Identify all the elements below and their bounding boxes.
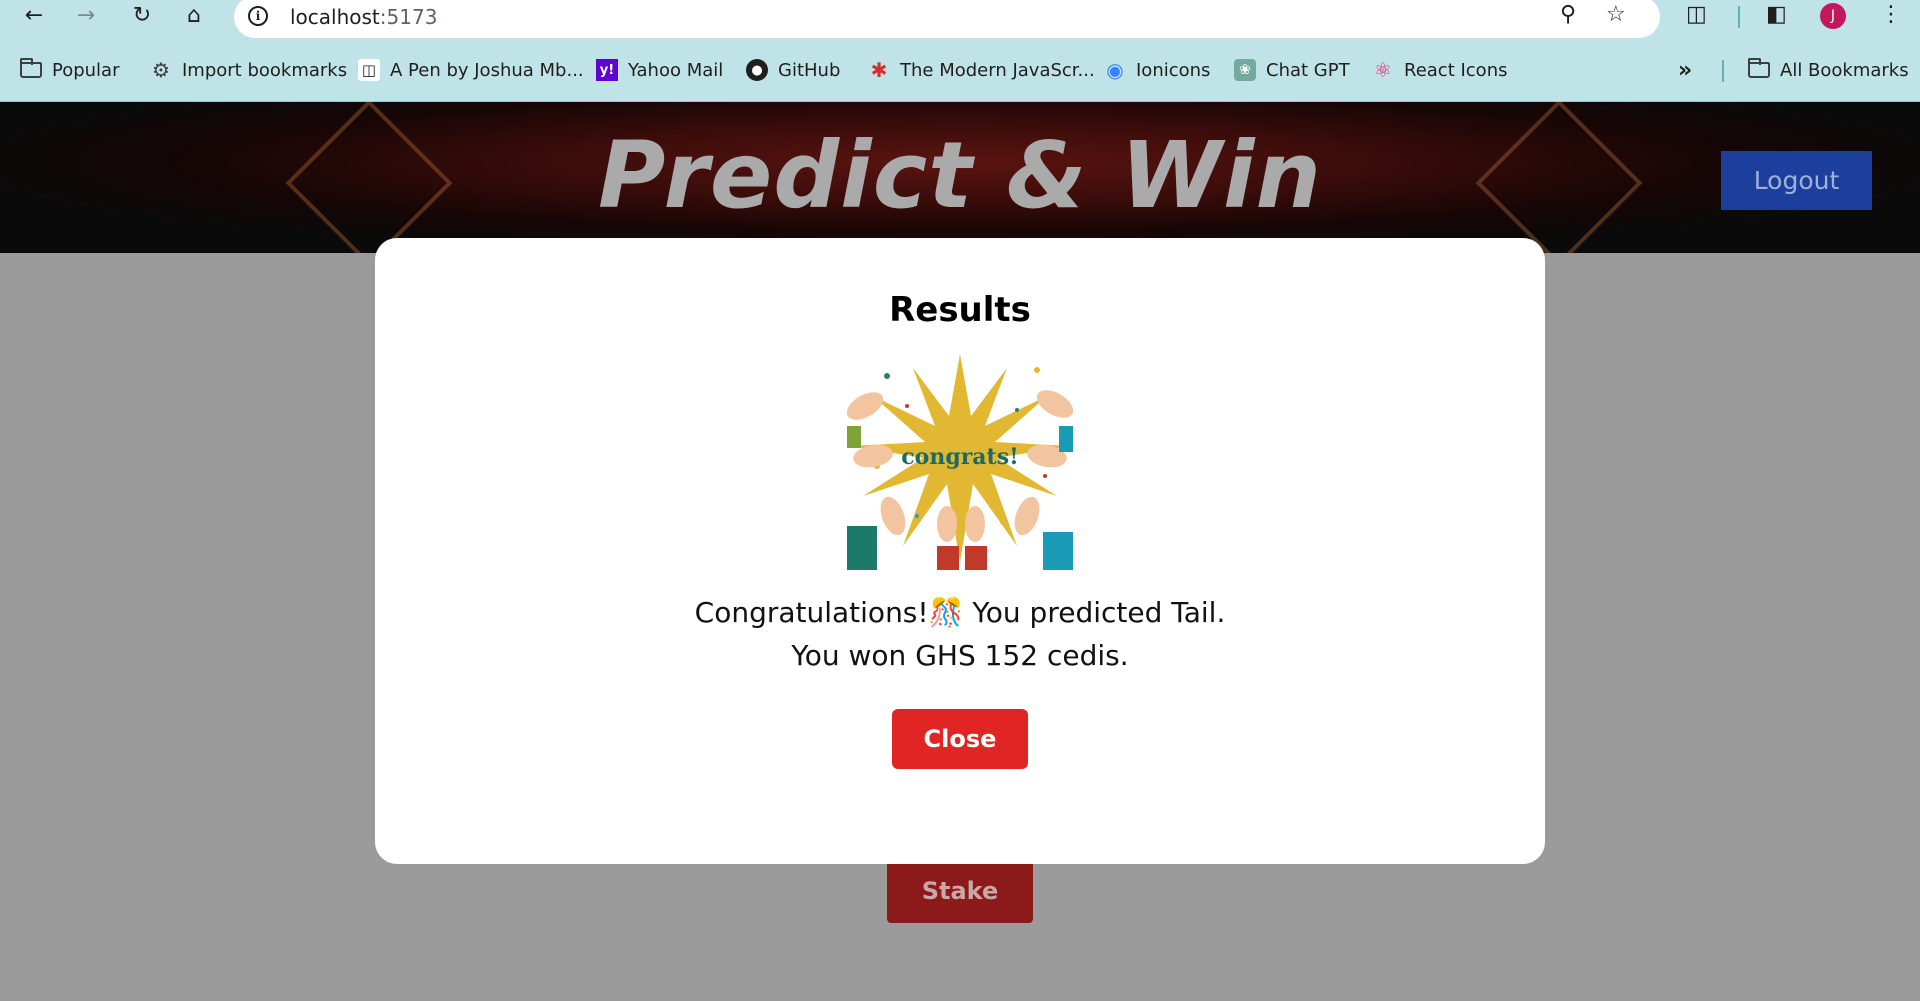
folder-icon (1748, 58, 1770, 81)
bookmark-modern-js[interactable]: ✱ The Modern JavaScr... (868, 58, 1095, 82)
address-bar[interactable]: i localhost:5173 ⚲ ☆ (234, 0, 1660, 38)
bookmark-label: Chat GPT (1266, 59, 1350, 81)
yahoo-icon: y! (596, 59, 618, 81)
bookmark-github[interactable]: ● GitHub (746, 58, 840, 82)
congrats-image-text: congrats! (901, 444, 1019, 470)
home-icon[interactable]: ⌂ (180, 2, 208, 30)
all-bookmarks-button[interactable]: All Bookmarks (1748, 58, 1909, 82)
chevron-double-right-icon: » (1678, 57, 1693, 83)
browser-toolbar: ← → ↻ ⌂ i localhost:5173 ⚲ ☆ ◫ ◧ J ⋮ (0, 0, 1920, 38)
tower-icon: ✱ (870, 58, 888, 82)
bookmark-label: The Modern JavaScr... (900, 59, 1095, 81)
gear-icon: ⚙ (152, 58, 170, 82)
bookmark-label: React Icons (1404, 59, 1508, 81)
bookmark-codepen[interactable]: ◫ A Pen by Joshua Mb... (358, 58, 584, 82)
browser-chrome: ← → ↻ ⌂ i localhost:5173 ⚲ ☆ ◫ ◧ J ⋮ Pop… (0, 0, 1920, 102)
bookmark-chatgpt[interactable]: ❀ Chat GPT (1234, 58, 1350, 82)
bookmark-ionicons[interactable]: ◉ Ionicons (1104, 58, 1210, 82)
bookmarks-overflow-button[interactable]: » (1678, 57, 1693, 83)
bookmark-yahoo[interactable]: y! Yahoo Mail (596, 58, 723, 82)
url-text[interactable]: localhost:5173 (290, 5, 437, 29)
password-key-icon[interactable]: ⚲ (1560, 2, 1576, 27)
header-banner: Predict & Win Logout (0, 102, 1920, 253)
menu-kebab-icon[interactable]: ⋮ (1880, 2, 1902, 27)
page-title: Predict & Win (597, 122, 1323, 229)
bookmark-label: Ionicons (1136, 59, 1211, 81)
url-port: :5173 (379, 5, 438, 29)
bookmarks-divider (1722, 60, 1724, 82)
all-bookmarks-label: All Bookmarks (1780, 59, 1909, 81)
side-panel-icon[interactable]: ◧ (1766, 2, 1787, 27)
bookmark-popular[interactable]: Popular (20, 58, 120, 82)
folder-icon (20, 58, 42, 81)
site-info-icon[interactable]: i (248, 6, 268, 26)
profile-avatar[interactable]: J (1820, 3, 1846, 29)
bookmarks-bar: Popular ⚙ Import bookmarks ◫ A Pen by Jo… (0, 52, 1920, 88)
bookmark-label: Popular (52, 59, 120, 81)
bookmark-label: A Pen by Joshua Mb... (390, 59, 584, 81)
ionicons-icon: ◉ (1106, 58, 1124, 82)
stake-button[interactable]: Stake (887, 859, 1033, 923)
toolbar-divider (1738, 6, 1740, 28)
congrats-illustration: congrats! (847, 346, 1073, 570)
bookmark-label: Import bookmarks (182, 59, 348, 81)
openai-icon: ❀ (1234, 59, 1256, 81)
congrats-image: congrats! (847, 346, 1073, 570)
url-host: localhost (290, 5, 380, 29)
bookmark-label: Yahoo Mail (628, 59, 724, 81)
logout-button[interactable]: Logout (1721, 151, 1872, 210)
extensions-puzzle-icon[interactable]: ◫ (1686, 2, 1707, 27)
modal-title: Results (889, 290, 1031, 330)
avatar-letter: J (1830, 8, 1836, 24)
github-icon: ● (746, 59, 768, 81)
forward-arrow-icon[interactable]: → (72, 2, 100, 30)
bookmark-star-icon[interactable]: ☆ (1606, 2, 1626, 27)
bookmark-react-icons[interactable]: ⚛ React Icons (1372, 58, 1507, 82)
bookmark-import[interactable]: ⚙ Import bookmarks (150, 58, 347, 82)
codepen-icon: ◫ (358, 59, 380, 81)
bookmark-label: GitHub (778, 59, 841, 81)
back-arrow-icon[interactable]: ← (20, 2, 48, 30)
react-icon: ⚛ (1374, 58, 1392, 82)
reload-icon[interactable]: ↻ (128, 2, 156, 30)
result-message-line1: Congratulations!🎊 You predicted Tail. (694, 596, 1226, 629)
result-message-line2: You won GHS 152 cedis. (791, 639, 1129, 672)
results-modal: Results congrats! Congratulations!🎊 You … (375, 238, 1545, 864)
close-button[interactable]: Close (892, 709, 1028, 769)
